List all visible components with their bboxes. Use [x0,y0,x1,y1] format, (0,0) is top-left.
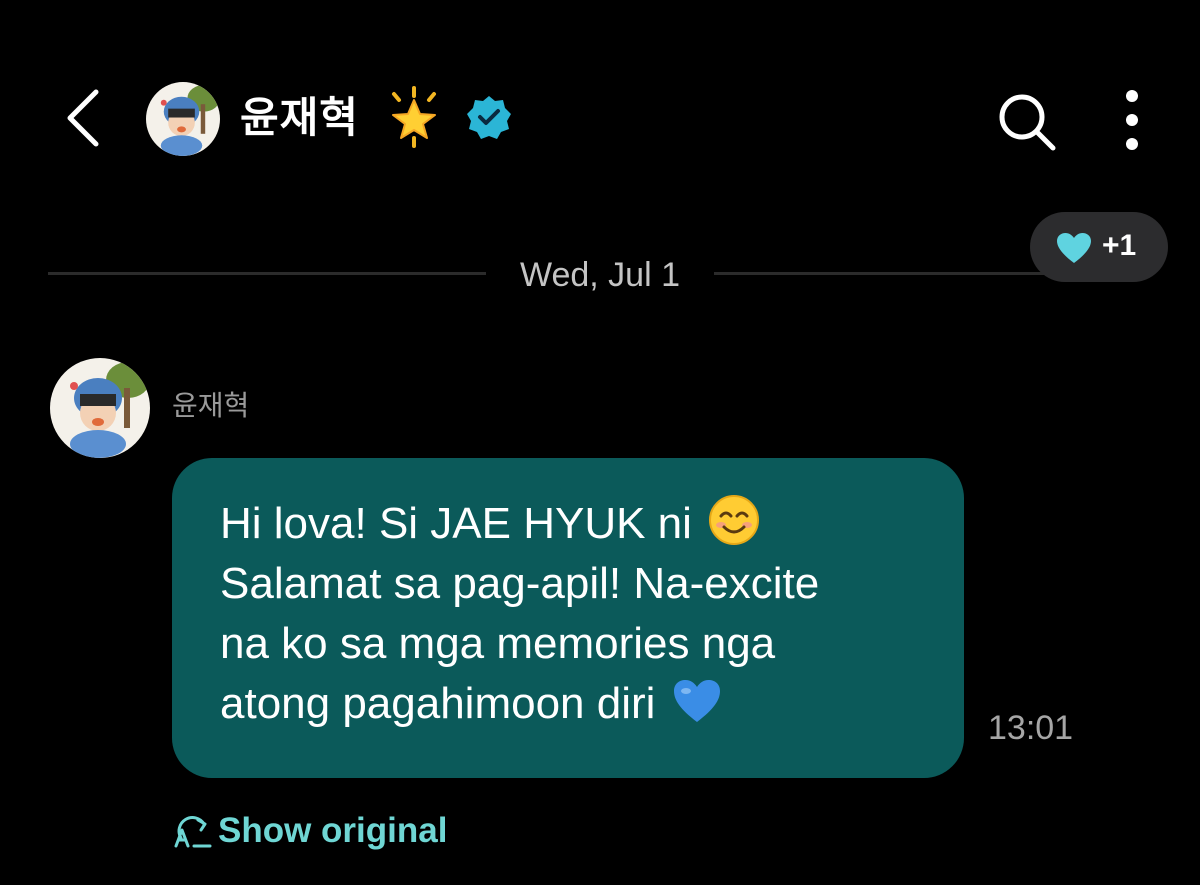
message-line: Salamat sa pag-apil! Na-excite [220,559,820,608]
back-button[interactable] [62,88,106,148]
chat-screen: 윤재혁 Wed, Jul 1 +1 윤재혁 Hi lova! Si JAE HY… [0,0,1200,885]
avatar-illustration [146,82,220,156]
sender-avatar[interactable] [50,358,150,458]
message-line: atong pagahimoon diri [220,674,950,734]
chevron-left-icon [67,89,99,147]
search-button[interactable] [995,90,1059,154]
light-blue-heart-icon [1057,233,1091,263]
more-options-button[interactable] [1112,88,1152,152]
avatar-illustration [50,358,150,458]
contact-name: 윤재혁 [240,93,359,142]
more-vertical-icon [1126,90,1138,150]
glowing-star-icon [384,84,444,150]
message-line: Hi lova! Si JAE HYUK ni [220,494,950,554]
smiling-face-icon [709,495,760,545]
sender-name: 윤재혁 [172,389,250,422]
message-line-text: atong pagahimoon diri [220,679,656,728]
search-icon [999,94,1056,151]
verified-badge-icon [466,94,512,140]
message-bubble[interactable]: Hi lova! Si JAE HYUK ni Salamat sa pag-a… [172,458,964,778]
message-timestamp: 13:01 [988,709,1074,747]
reaction-pill[interactable]: +1 [1030,212,1168,282]
show-original-label: Show original [218,811,448,850]
message-line: na ko sa mga memories nga [220,619,776,668]
blue-heart-icon [673,680,720,722]
translate-icon [174,816,212,848]
date-divider-line-left [48,272,486,275]
contact-avatar[interactable] [146,82,220,156]
reaction-count: +1 [1102,229,1137,262]
date-divider-label: Wed, Jul 1 [519,256,680,294]
message-text: Hi lova! Si JAE HYUK ni Salamat sa pag-a… [220,494,950,734]
message-line-text: Hi lova! Si JAE HYUK ni [220,499,692,548]
